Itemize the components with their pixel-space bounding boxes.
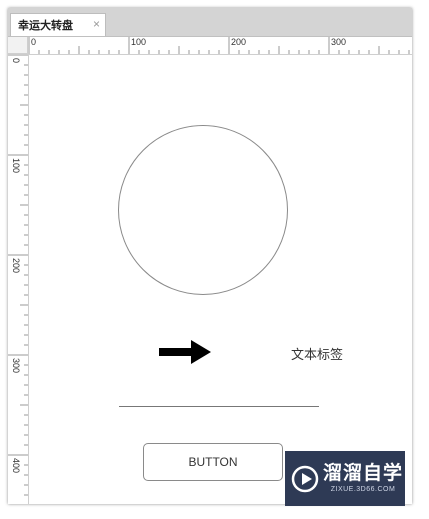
horizontal-ruler-ticks — [28, 37, 410, 54]
ruler-label: 200 — [11, 258, 21, 274]
horizontal-line[interactable] — [119, 406, 319, 407]
ruler-label: 300 — [331, 37, 347, 47]
circle-shape[interactable] — [118, 125, 288, 295]
tab-lucky-wheel[interactable]: 幸运大转盘 × — [10, 13, 106, 36]
button-widget[interactable]: BUTTON — [143, 443, 283, 481]
ruler-label: 100 — [11, 158, 21, 174]
ruler-label: 300 — [11, 358, 21, 374]
ruler-label: 400 — [11, 458, 21, 474]
tab-bar: 幸运大转盘 × — [8, 8, 412, 37]
vertical-ruler: 0 100 200 300 400 — [8, 54, 29, 504]
play-logo-icon — [291, 465, 319, 492]
watermark-subtitle: ZIXUE.3D66.COM — [330, 486, 396, 493]
horizontal-ruler: 0 100 200 300 — [28, 37, 412, 55]
arrow-right-icon[interactable] — [159, 340, 211, 364]
ruler-label: 0 — [31, 37, 37, 47]
watermark-text: 溜溜自学 ZIXUE.3D66.COM — [323, 463, 403, 494]
ruler-corner — [8, 37, 28, 54]
text-label[interactable]: 文本标签 — [291, 344, 343, 363]
ruler-label: 200 — [231, 37, 247, 47]
design-canvas[interactable]: 文本标签 BUTTON — [29, 55, 412, 504]
tab-label: 幸运大转盘 — [18, 20, 73, 32]
watermark-badge: 溜溜自学 ZIXUE.3D66.COM — [285, 451, 405, 506]
watermark-title: 溜溜自学 — [323, 463, 404, 484]
ruler-label: 0 — [11, 58, 21, 64]
close-icon[interactable]: × — [93, 18, 100, 30]
editor-frame: 幸运大转盘 × 0 100 200 300 0 100 200 300 400 … — [8, 8, 412, 504]
vertical-ruler-ticks — [8, 54, 28, 496]
button-label: BUTTON — [188, 455, 238, 469]
ruler-label: 100 — [131, 37, 147, 47]
